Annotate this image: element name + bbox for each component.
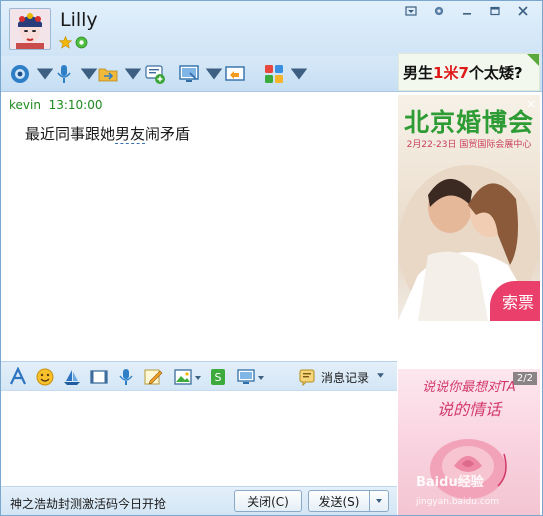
wedding-expo-ad[interactable]: × 北京婚博会 2月22-23日 国贸国际会展中心 索票 <box>398 95 540 321</box>
apps-button[interactable] <box>263 61 310 87</box>
money-icon: S <box>211 369 225 385</box>
gift-button[interactable]: S <box>208 367 228 387</box>
video-clip-button[interactable] <box>89 367 109 387</box>
voice-call-button[interactable] <box>53 61 100 87</box>
voice-message-button[interactable] <box>116 367 136 387</box>
share-screen-icon <box>225 66 245 81</box>
send-options-button[interactable] <box>369 490 389 512</box>
love-words-ad[interactable]: 2/2 说说你最想对TA 说的情话 <box>398 369 540 515</box>
status-icons <box>58 35 88 49</box>
top-banner-text: 男生1米7个太矮? <box>403 64 523 82</box>
microphone-icon <box>57 65 71 83</box>
ad-corner-flag <box>527 54 539 66</box>
contact-name: Lilly <box>60 9 98 31</box>
screenshot-button[interactable] <box>236 367 256 387</box>
rose-image <box>430 439 507 499</box>
sailboat-icon <box>64 370 80 385</box>
chevron-down-icon[interactable] <box>376 371 385 380</box>
close-button[interactable] <box>510 3 536 19</box>
qzone-icon[interactable] <box>75 36 88 49</box>
window-controls <box>398 3 536 19</box>
svg-text:S: S <box>215 371 222 384</box>
input-toolbar: S 消息记录 <box>1 361 397 391</box>
pencil-note-icon <box>144 369 163 385</box>
message-header: kevin 13:10:00 <box>9 98 103 112</box>
sender-name: kevin <box>9 98 41 112</box>
chevron-down-icon <box>124 68 142 80</box>
doodle-button[interactable] <box>143 367 163 387</box>
ad-main-subtitle: 2月22-23日 国贸国际会展中心 <box>406 140 532 150</box>
emoji-button[interactable] <box>35 367 55 387</box>
message-plus-button[interactable] <box>144 61 166 87</box>
message-history[interactable]: kevin 13:10:00 最近同事跟她男友闹矛盾 <box>1 93 397 361</box>
shirt-icon <box>434 6 444 16</box>
video-call-button[interactable] <box>9 61 56 87</box>
video-call-icon <box>11 65 29 83</box>
ad-main-title: 北京婚博会 <box>403 108 534 137</box>
chat-window: Lilly 男生1米7个太矮? kevin 13:10:00 最近同事跟她男友闹… <box>0 0 543 516</box>
maximize-button[interactable] <box>482 3 508 19</box>
close-chat-button[interactable]: 关闭(C) <box>234 490 302 512</box>
skin-change-button[interactable] <box>426 3 452 19</box>
skin-button[interactable] <box>398 3 424 19</box>
message-body: 最近同事跟她男友闹矛盾 <box>25 125 191 144</box>
font-icon <box>10 366 26 385</box>
screen-share-button[interactable] <box>224 61 246 87</box>
image-icon <box>174 369 192 385</box>
chat-header: Lilly <box>1 1 542 56</box>
minimize-button[interactable] <box>454 3 480 19</box>
ad-bottom-line1: 说说你最想对TA <box>422 380 516 395</box>
minimize-icon <box>463 13 471 15</box>
close-icon <box>518 6 528 16</box>
send-button[interactable]: 发送(S) <box>308 490 370 512</box>
smiley-icon <box>36 368 54 386</box>
chevron-down-icon[interactable] <box>194 374 202 382</box>
image-button[interactable] <box>173 367 193 387</box>
folder-icon <box>98 68 118 82</box>
spellcheck-word: 男友 <box>115 125 146 144</box>
avatar[interactable] <box>9 8 51 50</box>
mic-icon <box>119 369 133 385</box>
maximize-icon <box>490 6 500 16</box>
star-icon[interactable] <box>58 35 73 49</box>
watermark-url: jingyan.baidu.com <box>416 497 500 507</box>
apps-icon <box>265 65 283 83</box>
ad-bottom-line2: 说的情话 <box>436 400 501 419</box>
history-icon[interactable] <box>298 368 316 386</box>
skin-icon <box>405 6 417 16</box>
message-input[interactable] <box>1 392 397 486</box>
shake-button[interactable] <box>62 367 82 387</box>
promo-link[interactable]: 神之浩劫封测激活码今日开抢 <box>10 495 166 512</box>
message-add-icon <box>145 65 165 84</box>
ticket-button[interactable]: 索票 <box>490 281 540 321</box>
chevron-down-icon <box>205 68 223 80</box>
screenshot-icon <box>237 369 255 384</box>
remote-assist-button[interactable] <box>178 61 225 87</box>
history-label[interactable]: 消息记录 <box>321 369 369 386</box>
remote-desktop-icon <box>179 65 199 82</box>
chevron-down-icon <box>376 499 382 503</box>
chevron-down-icon <box>290 68 308 80</box>
file-transfer-button[interactable] <box>97 61 144 87</box>
film-icon <box>90 370 108 384</box>
watermark-logo: Baidu经验 <box>416 475 484 490</box>
font-button[interactable] <box>8 366 28 387</box>
top-banner-ad[interactable]: 男生1米7个太矮? <box>398 53 540 91</box>
message-time: 13:10:00 <box>48 98 103 112</box>
chevron-down-icon[interactable] <box>257 374 265 382</box>
bottom-bar: 神之浩劫封测激活码今日开抢 关闭(C) 发送(S) <box>1 486 397 515</box>
